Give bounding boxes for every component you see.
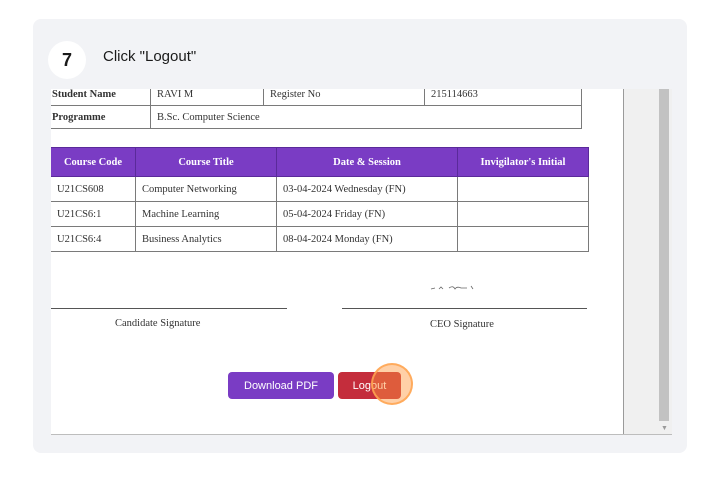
- student-info-table: Student Name RAVI M Register No 21511466…: [51, 89, 582, 129]
- step-instruction: Click "Logout": [103, 48, 197, 65]
- course-code-cell: U21CS608: [51, 176, 136, 202]
- col-course-title: Course Title: [135, 147, 277, 177]
- date-session-cell: 08-04-2024 Monday (FN): [276, 226, 458, 252]
- col-date-session: Date & Session: [276, 147, 458, 177]
- logout-button[interactable]: Logout: [338, 372, 401, 399]
- invigilator-cell: [457, 226, 589, 252]
- course-code-cell: U21CS6:1: [51, 201, 136, 227]
- invigilator-cell: [457, 201, 589, 227]
- course-title-cell: Computer Networking: [135, 176, 277, 202]
- candidate-signature-label: Candidate Signature: [115, 318, 201, 329]
- date-session-cell: 03-04-2024 Wednesday (FN): [276, 176, 458, 202]
- screenshot-viewport: Student Name RAVI M Register No 21511466…: [51, 89, 672, 435]
- table-row: U21CS6:4 Business Analytics 08-04-2024 M…: [51, 226, 589, 252]
- invigilator-cell: [457, 176, 589, 202]
- course-code-cell: U21CS6:4: [51, 226, 136, 252]
- step-number-badge: 7: [48, 41, 86, 79]
- programme-label: Programme: [51, 105, 151, 129]
- date-session-cell: 05-04-2024 Friday (FN): [276, 201, 458, 227]
- candidate-signature-line: [51, 308, 287, 309]
- scroll-down-arrow-icon[interactable]: ▼: [661, 425, 668, 432]
- ceo-signature-label: CEO Signature: [430, 319, 494, 330]
- table-row: U21CS608 Computer Networking 03-04-2024 …: [51, 176, 589, 202]
- course-table: Course Code Course Title Date & Session …: [51, 147, 589, 252]
- scrollbar-thumb[interactable]: [659, 89, 669, 421]
- student-name-label: Student Name: [51, 89, 151, 106]
- ceo-signature-line: [342, 308, 587, 309]
- course-title-cell: Machine Learning: [135, 201, 277, 227]
- col-course-code: Course Code: [51, 147, 136, 177]
- student-name-value: RAVI M: [150, 89, 264, 106]
- course-title-cell: Business Analytics: [135, 226, 277, 252]
- programme-value: B.Sc. Computer Science: [150, 105, 582, 129]
- col-invigilator: Invigilator's Initial: [457, 147, 589, 177]
- register-no-value: 215114663: [424, 89, 582, 106]
- ceo-signature-scribble: [430, 285, 474, 290]
- table-row: U21CS6:1 Machine Learning 05-04-2024 Fri…: [51, 201, 589, 227]
- register-no-label: Register No: [263, 89, 425, 106]
- download-pdf-button[interactable]: Download PDF: [228, 372, 334, 399]
